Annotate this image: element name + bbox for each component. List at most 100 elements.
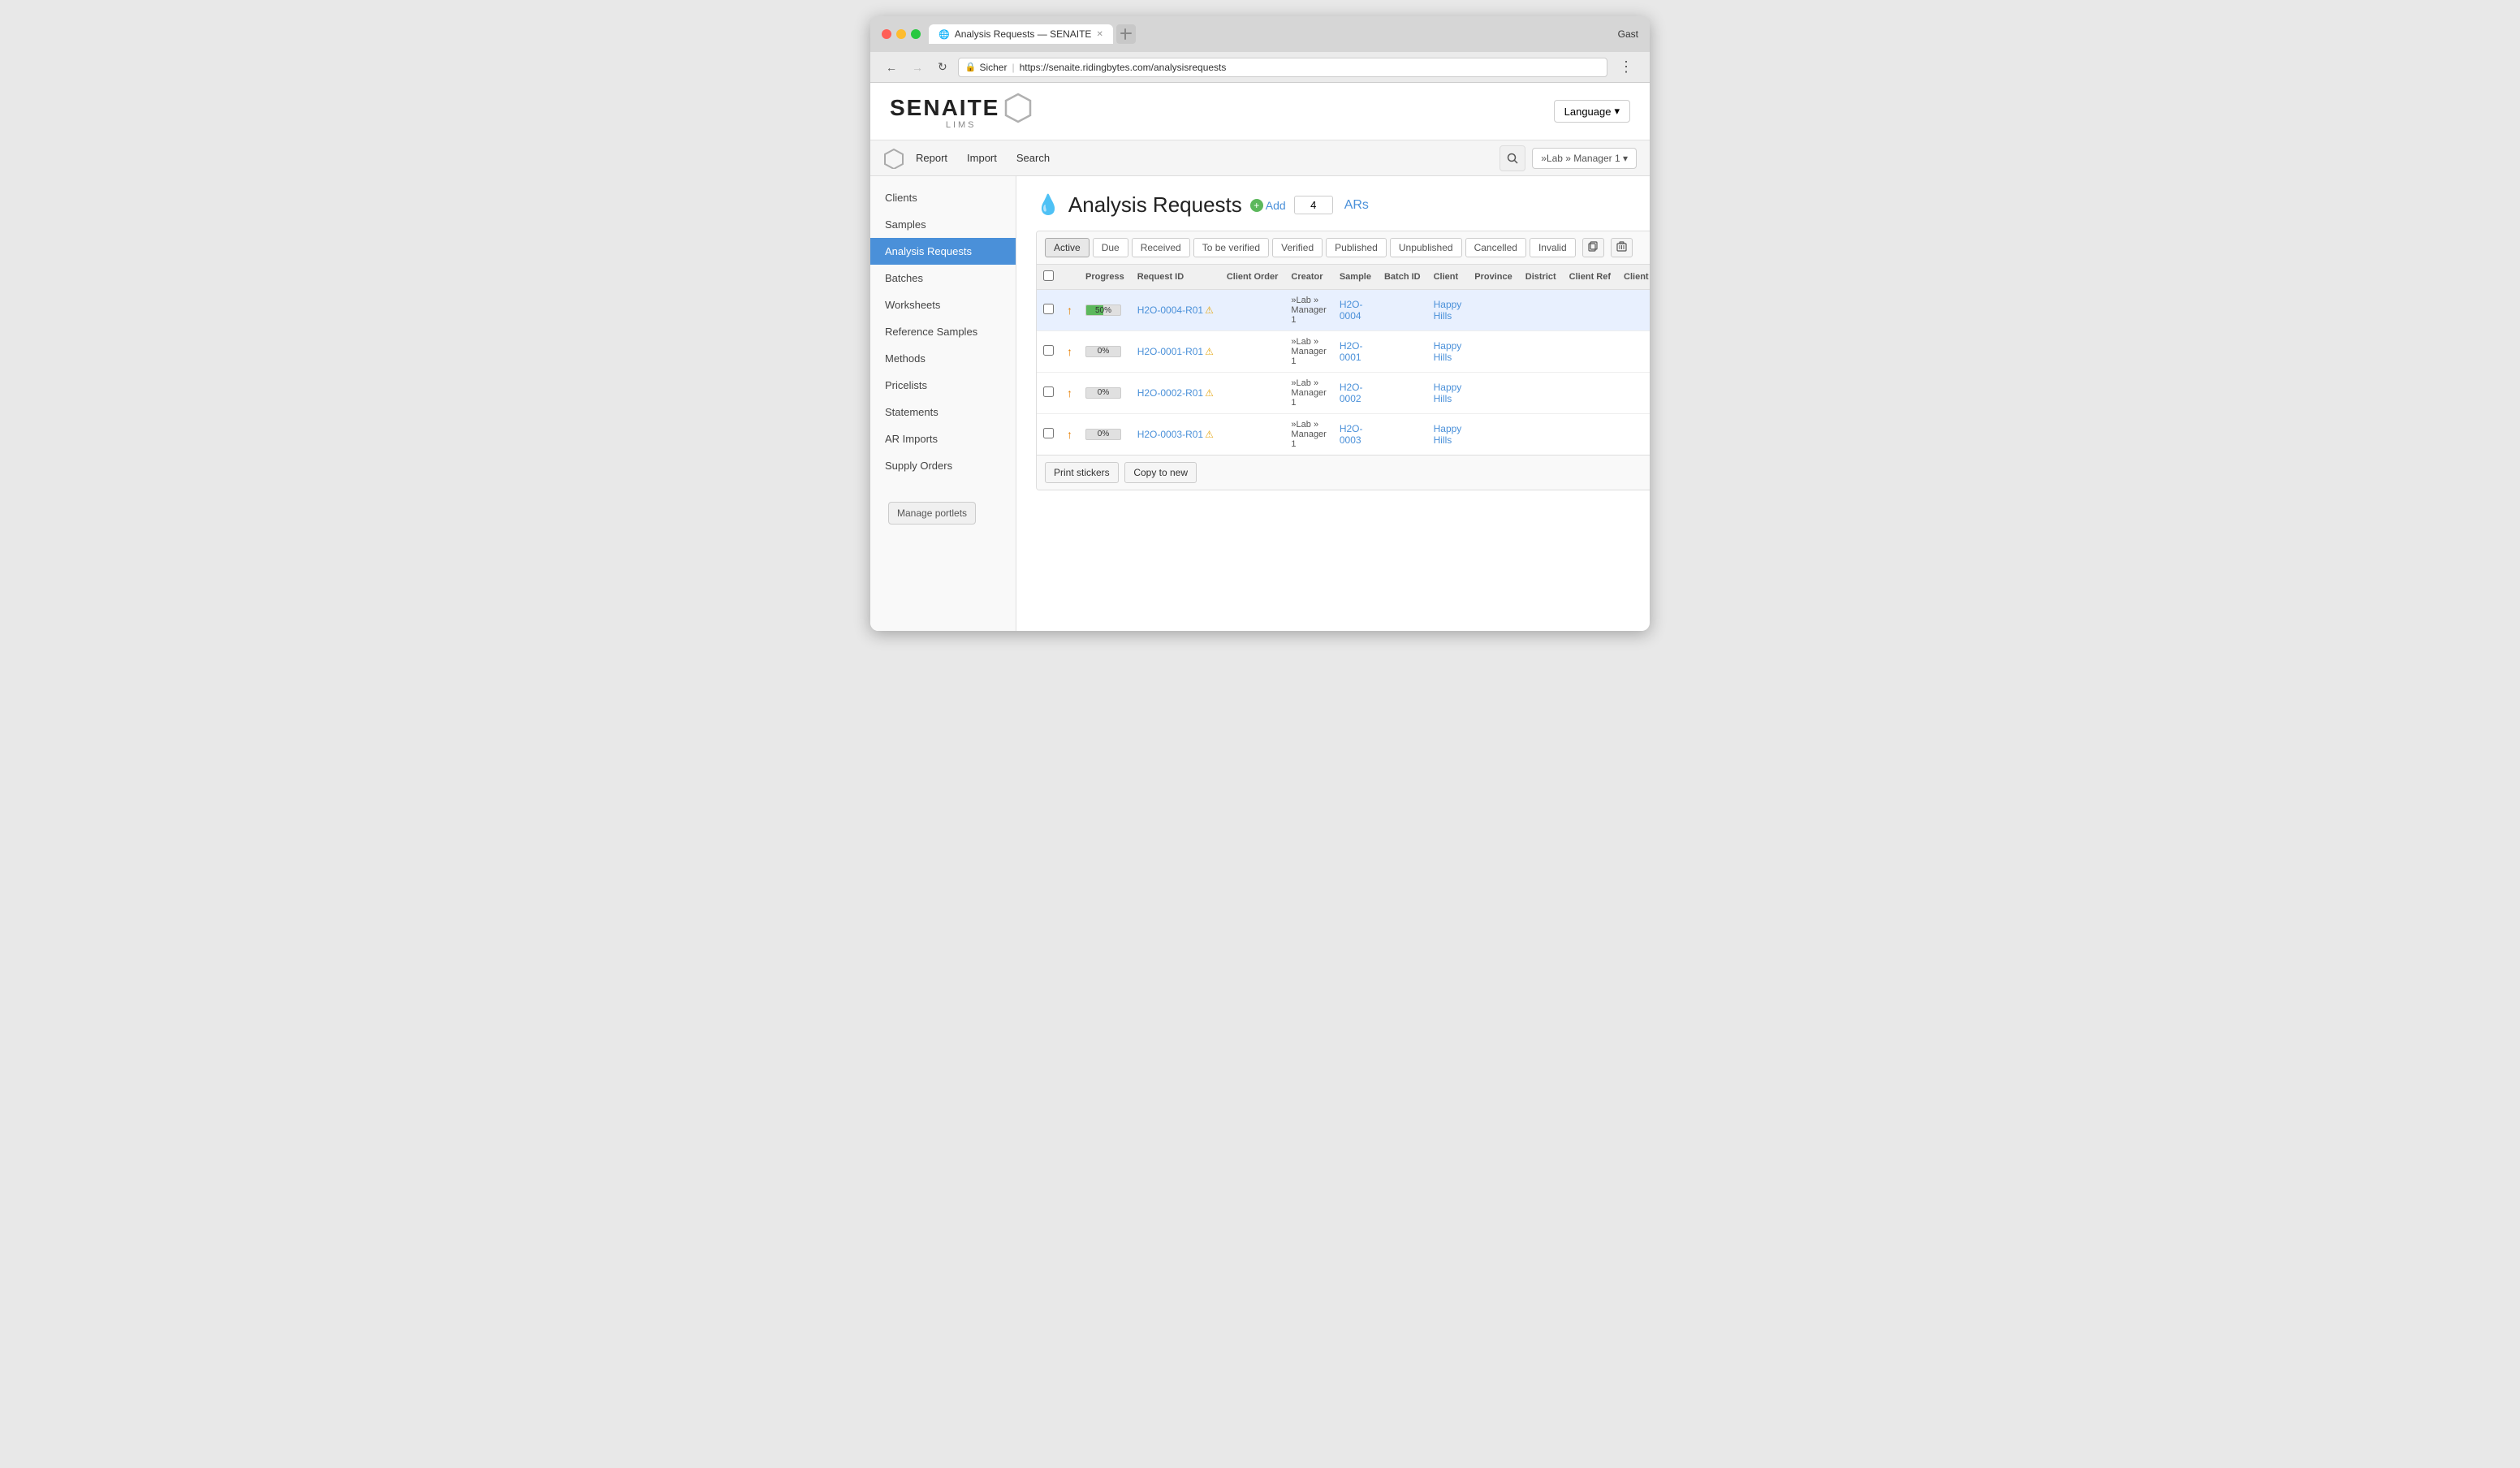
sample-link-3[interactable]: H2O-0003 [1340,423,1363,446]
nav-hex-icon [883,148,904,169]
col-progress[interactable]: Progress [1079,265,1131,290]
col-client-order[interactable]: Client Order [1220,265,1285,290]
client-order-2 [1220,373,1285,414]
sidebar-item-pricelists[interactable]: Pricelists [870,372,1016,399]
district-1 [1519,331,1563,373]
tab-to-be-verified[interactable]: To be verified [1193,238,1269,257]
col-request-id[interactable]: Request ID [1131,265,1220,290]
tab-published[interactable]: Published [1326,238,1387,257]
browser-tab[interactable]: 🌐 Analysis Requests — SENAITE ✕ [929,24,1113,44]
sidebar-item-methods[interactable]: Methods [870,345,1016,372]
tab-unpublished[interactable]: Unpublished [1390,238,1462,257]
add-button[interactable]: + Add [1250,199,1286,212]
col-province[interactable]: Province [1468,265,1518,290]
tab-active[interactable]: Active [1045,238,1090,257]
client-order-1 [1220,331,1285,373]
page-title: Analysis Requests [1068,192,1242,218]
creator-1: »Lab » Manager 1 [1284,331,1332,373]
maximize-button[interactable] [911,29,921,39]
status-tabs: Active Due Received To be verified Verif… [1037,231,1650,265]
row-checkbox-1[interactable] [1043,345,1054,356]
province-3 [1468,414,1518,456]
url-bar[interactable]: 🔒 Sicher | https://senaite.ridingbytes.c… [958,58,1607,77]
col-batch-id[interactable]: Batch ID [1378,265,1427,290]
col-client[interactable]: Client [1427,265,1469,290]
province-2 [1468,373,1518,414]
sidebar-item-ar-imports[interactable]: AR Imports [870,425,1016,452]
request-id-link-0[interactable]: H2O-0004-R01 [1137,304,1203,316]
client-link-2[interactable]: Happy Hills [1434,382,1462,404]
sidebar-item-worksheets[interactable]: Worksheets [870,291,1016,318]
search-icon [1507,153,1518,164]
table-row: ↑ 0% H2O-0002-R01⚠ »Lab » Manager 1 H2O-… [1037,373,1650,414]
request-id-link-1[interactable]: H2O-0001-R01 [1137,346,1203,357]
row-checkbox-3[interactable] [1043,428,1054,438]
request-id-link-3[interactable]: H2O-0003-R01 [1137,429,1203,440]
request-id-link-2[interactable]: H2O-0002-R01 [1137,387,1203,399]
tab-invalid[interactable]: Invalid [1530,238,1576,257]
tab-due[interactable]: Due [1093,238,1128,257]
client-link-3[interactable]: Happy Hills [1434,423,1462,446]
client-link-0[interactable]: Happy Hills [1434,299,1462,322]
sidebar-item-samples[interactable]: Samples [870,211,1016,238]
analysis-requests-table: Progress Request ID Client Order Creator… [1037,265,1650,455]
logo-text: SENAITE [890,95,999,121]
copy-to-new-button[interactable]: Copy to new [1124,462,1197,483]
batch-id-2 [1378,373,1427,414]
sidebar-item-clients[interactable]: Clients [870,184,1016,211]
tab-cancelled[interactable]: Cancelled [1465,238,1526,257]
col-sample[interactable]: Sample [1333,265,1378,290]
browser-menu-button[interactable]: ⋮ [1614,57,1638,77]
sidebar-item-batches[interactable]: Batches [870,265,1016,291]
sample-link-2[interactable]: H2O-0002 [1340,382,1363,404]
col-district[interactable]: District [1519,265,1563,290]
table-row: ↑ 0% H2O-0003-R01⚠ »Lab » Manager 1 H2O-… [1037,414,1650,456]
province-1 [1468,331,1518,373]
sidebar-item-reference-samples[interactable]: Reference Samples [870,318,1016,345]
language-dropdown-icon: ▾ [1614,105,1620,118]
sample-link-1[interactable]: H2O-0001 [1340,340,1363,363]
new-tab-button[interactable] [1116,24,1136,44]
client-link-1[interactable]: Happy Hills [1434,340,1462,363]
col-client-ref[interactable]: Client Ref [1563,265,1617,290]
col-checkbox[interactable] [1037,265,1060,290]
sidebar-item-statements[interactable]: Statements [870,399,1016,425]
client-sid-3 [1617,414,1650,456]
search-button[interactable] [1499,145,1525,171]
col-creator[interactable]: Creator [1284,265,1332,290]
url-protocol: Sicher [979,62,1007,73]
import-nav-item[interactable]: Import [959,147,1005,169]
manage-portlets-button[interactable]: Manage portlets [888,502,976,525]
col-client-sid[interactable]: Client SID [1617,265,1650,290]
copy-icon [1588,241,1599,252]
tab-received[interactable]: Received [1132,238,1190,257]
sidebar-item-supply-orders[interactable]: Supply Orders [870,452,1016,479]
row-checkbox-2[interactable] [1043,386,1054,397]
language-button[interactable]: Language ▾ [1554,100,1630,123]
back-button[interactable]: ← [882,59,901,76]
minimize-button[interactable] [896,29,906,39]
breadcrumb-button[interactable]: »Lab » Manager 1 ▾ [1532,148,1637,169]
report-nav-item[interactable]: Report [908,147,956,169]
ars-link[interactable]: ARs [1344,198,1369,213]
page-icon: 💧 [1036,193,1060,217]
tab-close-btn[interactable]: ✕ [1096,30,1102,39]
creator-3: »Lab » Manager 1 [1284,414,1332,456]
warning-icon-1: ⚠ [1205,346,1214,357]
copy-button[interactable] [1582,238,1604,257]
count-input[interactable] [1294,196,1333,214]
district-0 [1519,290,1563,331]
sidebar-item-analysis-requests[interactable]: Analysis Requests [870,238,1016,265]
delete-button[interactable] [1611,238,1633,257]
client-sid-1 [1617,331,1650,373]
sample-link-0[interactable]: H2O-0004 [1340,299,1363,322]
forward-button[interactable]: → [908,59,927,76]
tab-verified[interactable]: Verified [1272,238,1323,257]
row-checkbox-0[interactable] [1043,304,1054,314]
close-button[interactable] [882,29,891,39]
reload-button[interactable]: ↻ [934,58,951,76]
client-ref-0 [1563,290,1617,331]
select-all-checkbox[interactable] [1043,270,1054,281]
search-nav-item[interactable]: Search [1008,147,1058,169]
print-stickers-button[interactable]: Print stickers [1045,462,1119,483]
